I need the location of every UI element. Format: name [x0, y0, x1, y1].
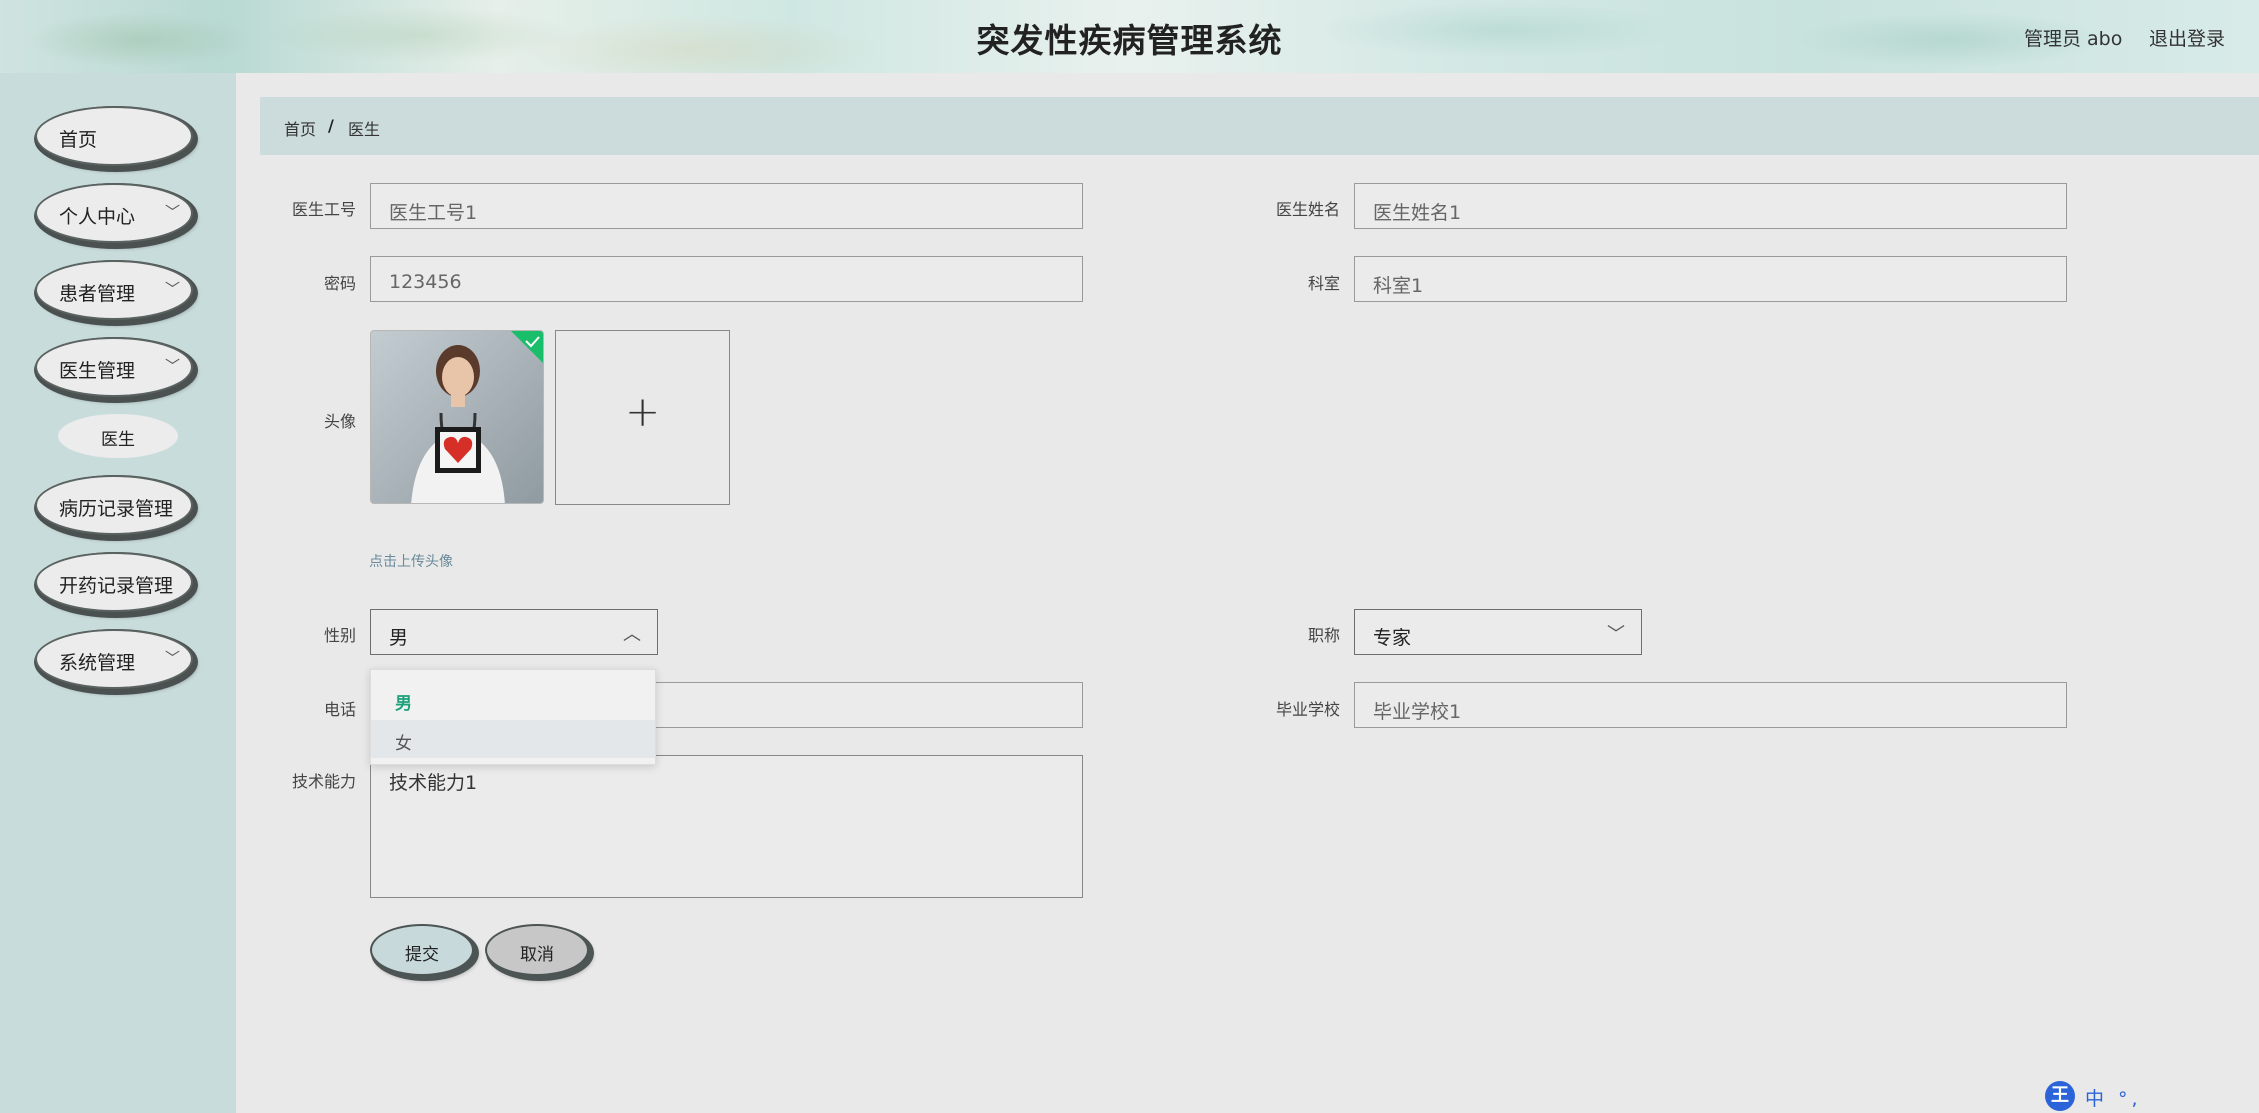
sidebar-subitem-label: 医生	[101, 430, 135, 450]
sidebar-item-label: 个人中心	[59, 206, 136, 228]
gender-option-male[interactable]: 男	[371, 680, 655, 718]
ime-logo-icon: 王	[2045, 1081, 2075, 1111]
cancel-button[interactable]: 取消	[485, 924, 589, 976]
password-label: 密码	[323, 274, 356, 293]
plus-icon: +	[625, 387, 661, 436]
chevron-down-icon: ﹀	[165, 280, 181, 298]
submit-button[interactable]: 提交	[370, 924, 474, 976]
breadcrumb: 首页 / 医生	[260, 97, 2259, 155]
breadcrumb-current: 医生	[348, 120, 381, 139]
chevron-up-icon: ︿	[623, 624, 641, 645]
gender-option-label: 女	[395, 734, 412, 754]
top-header: 突发性疾病管理系统 管理员 abo 退出登录	[0, 0, 2259, 73]
sidebar-item-label: 开药记录管理	[59, 575, 174, 597]
avatar-upload-button[interactable]: +	[555, 330, 730, 505]
gender-dropdown: 男 女	[370, 669, 656, 765]
sidebar-item-prescription-records[interactable]: 开药记录管理	[35, 552, 193, 612]
gender-select[interactable]: 男 ︿	[370, 609, 658, 655]
sidebar-item-personal-center[interactable]: 个人中心 ﹀	[35, 183, 193, 243]
sidebar-item-label: 患者管理	[59, 283, 136, 305]
school-label: 毕业学校	[1275, 700, 1340, 719]
chevron-down-icon: ﹀	[165, 649, 181, 667]
cancel-button-label: 取消	[520, 945, 554, 965]
chevron-down-icon: ﹀	[1607, 624, 1625, 645]
password-input[interactable]: 123456	[370, 256, 1083, 302]
department-input[interactable]: 科室1	[1354, 256, 2067, 302]
avatar-label: 头像	[323, 412, 356, 431]
ime-status: 中 °,	[2085, 1088, 2142, 1110]
sidebar-subitem-doctor[interactable]: 医生	[58, 414, 178, 458]
sidebar-item-label: 首页	[59, 129, 98, 151]
sidebar-item-home[interactable]: 首页	[35, 106, 193, 166]
gender-select-value: 男	[389, 627, 409, 649]
sidebar-item-label: 系统管理	[59, 652, 136, 674]
chevron-down-icon: ﹀	[165, 357, 181, 375]
sidebar-item-medical-records[interactable]: 病历记录管理	[35, 475, 193, 535]
doctor-id-label: 医生工号	[291, 200, 356, 219]
avatar-image[interactable]	[370, 330, 544, 504]
breadcrumb-home[interactable]: 首页	[284, 116, 316, 140]
doctor-name-label: 医生姓名	[1275, 200, 1340, 219]
sidebar-item-doctor-management[interactable]: 医生管理 ﹀	[35, 337, 193, 397]
submit-button-label: 提交	[405, 945, 439, 965]
gender-option-label: 男	[395, 694, 412, 714]
doctor-name-input[interactable]: 医生姓名1	[1354, 183, 2067, 229]
breadcrumb-separator: /	[328, 116, 334, 135]
doctor-id-input[interactable]: 医生工号1	[370, 183, 1083, 229]
gender-option-female[interactable]: 女	[371, 720, 655, 758]
system-title: 突发性疾病管理系统	[976, 21, 1283, 60]
sidebar-item-system-management[interactable]: 系统管理 ﹀	[35, 629, 193, 689]
sidebar: 首页 个人中心 ﹀ 患者管理 ﹀ 医生管理 ﹀ 医生 病历记录管理 开药记录管理…	[0, 73, 236, 1113]
title-select[interactable]: 专家 ﹀	[1354, 609, 1642, 655]
doctor-photo	[371, 331, 543, 503]
department-label: 科室	[1307, 274, 1340, 293]
phone-label: 电话	[323, 700, 356, 719]
skill-textarea[interactable]: 技术能力1	[370, 755, 1083, 898]
current-user: 管理员 abo	[2024, 28, 2123, 50]
ime-toolbar[interactable]: 王 中 °,	[2045, 1079, 2259, 1113]
title-select-value: 专家	[1373, 627, 1412, 649]
chevron-down-icon: ﹀	[165, 203, 181, 221]
sidebar-item-label: 医生管理	[59, 360, 136, 382]
upload-tip: 点击上传头像	[369, 554, 453, 570]
title-label: 职称	[1307, 626, 1340, 645]
sidebar-item-label: 病历记录管理	[59, 498, 174, 520]
logout-link[interactable]: 退出登录	[2149, 24, 2225, 51]
sidebar-item-patient-management[interactable]: 患者管理 ﹀	[35, 260, 193, 320]
school-input[interactable]: 毕业学校1	[1354, 682, 2067, 728]
skill-label: 技术能力	[291, 772, 356, 791]
gender-label: 性别	[323, 626, 356, 645]
